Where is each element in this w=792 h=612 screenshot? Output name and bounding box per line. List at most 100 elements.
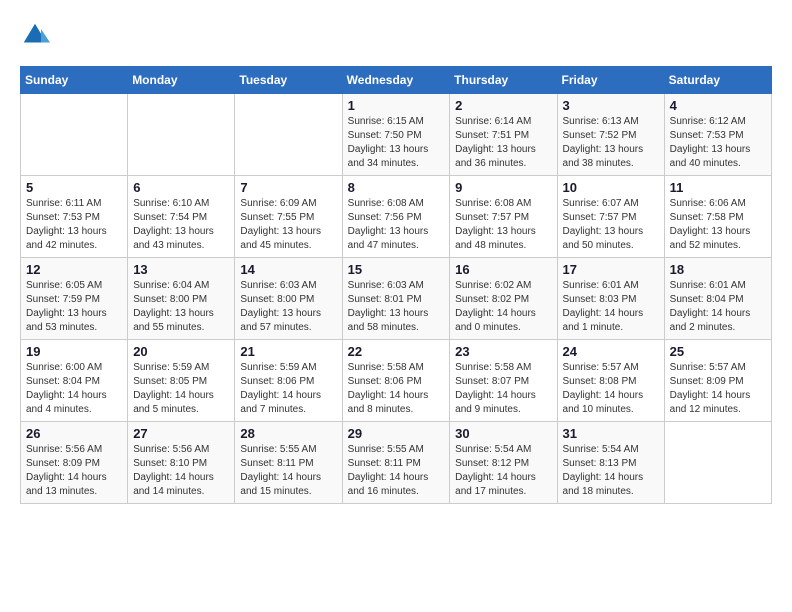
day-info: Sunrise: 6:01 AM Sunset: 8:03 PM Dayligh… — [563, 279, 659, 335]
day-number: 6 — [133, 180, 229, 195]
day-number: 7 — [240, 180, 336, 195]
day-info: Sunrise: 5:57 AM Sunset: 8:08 PM Dayligh… — [563, 361, 659, 417]
day-number: 15 — [348, 262, 445, 277]
day-number: 11 — [670, 180, 766, 195]
weekday-header: Thursday — [450, 67, 557, 94]
day-number: 28 — [240, 426, 336, 441]
calendar-cell: 29 Sunrise: 5:55 AM Sunset: 8:11 PM Dayli… — [342, 422, 450, 504]
weekday-header: Friday — [557, 67, 664, 94]
day-number: 4 — [670, 98, 766, 113]
day-number: 31 — [563, 426, 659, 441]
day-info: Sunrise: 6:08 AM Sunset: 7:56 PM Dayligh… — [348, 197, 445, 253]
weekday-header: Monday — [128, 67, 235, 94]
day-info: Sunrise: 5:59 AM Sunset: 8:05 PM Dayligh… — [133, 361, 229, 417]
day-info: Sunrise: 6:03 AM Sunset: 8:01 PM Dayligh… — [348, 279, 445, 335]
calendar-cell: 10 Sunrise: 6:07 AM Sunset: 7:57 PM Dayli… — [557, 176, 664, 258]
calendar-cell: 18 Sunrise: 6:01 AM Sunset: 8:04 PM Dayli… — [664, 258, 771, 340]
day-info: Sunrise: 6:11 AM Sunset: 7:53 PM Dayligh… — [26, 197, 122, 253]
calendar-cell: 26Sunrise: 5:56 AM Sunset: 8:09 PM Dayli… — [21, 422, 128, 504]
day-number: 19 — [26, 344, 122, 359]
day-number: 22 — [348, 344, 445, 359]
day-number: 9 — [455, 180, 551, 195]
calendar-cell: 30 Sunrise: 5:54 AM Sunset: 8:12 PM Dayli… — [450, 422, 557, 504]
calendar-cell: 9 Sunrise: 6:08 AM Sunset: 7:57 PM Daylig… — [450, 176, 557, 258]
weekday-header: Saturday — [664, 67, 771, 94]
day-info: Sunrise: 6:02 AM Sunset: 8:02 PM Dayligh… — [455, 279, 551, 335]
day-number: 30 — [455, 426, 551, 441]
day-info: Sunrise: 6:13 AM Sunset: 7:52 PM Dayligh… — [563, 115, 659, 171]
calendar-cell: 8 Sunrise: 6:08 AM Sunset: 7:56 PM Daylig… — [342, 176, 450, 258]
day-number: 29 — [348, 426, 445, 441]
calendar-cell: 3 Sunrise: 6:13 AM Sunset: 7:52 PM Daylig… — [557, 94, 664, 176]
weekday-header: Tuesday — [235, 67, 342, 94]
day-number: 21 — [240, 344, 336, 359]
calendar-cell: 4 Sunrise: 6:12 AM Sunset: 7:53 PM Daylig… — [664, 94, 771, 176]
day-info: Sunrise: 6:03 AM Sunset: 8:00 PM Dayligh… — [240, 279, 336, 335]
day-number: 26 — [26, 426, 122, 441]
day-number: 2 — [455, 98, 551, 113]
calendar-cell: 25 Sunrise: 5:57 AM Sunset: 8:09 PM Dayli… — [664, 340, 771, 422]
calendar-week-row: 5 Sunrise: 6:11 AM Sunset: 7:53 PM Daylig… — [21, 176, 772, 258]
day-info: Sunrise: 6:10 AM Sunset: 7:54 PM Dayligh… — [133, 197, 229, 253]
calendar-cell — [235, 94, 342, 176]
day-number: 25 — [670, 344, 766, 359]
day-info: Sunrise: 5:58 AM Sunset: 8:07 PM Dayligh… — [455, 361, 551, 417]
calendar-cell: 5 Sunrise: 6:11 AM Sunset: 7:53 PM Daylig… — [21, 176, 128, 258]
day-number: 1 — [348, 98, 445, 113]
day-info: Sunrise: 6:15 AM Sunset: 7:50 PM Dayligh… — [348, 115, 445, 171]
day-info: Sunrise: 5:55 AM Sunset: 8:11 PM Dayligh… — [348, 443, 445, 499]
day-number: 10 — [563, 180, 659, 195]
day-number: 18 — [670, 262, 766, 277]
day-info: Sunrise: 5:54 AM Sunset: 8:12 PM Dayligh… — [455, 443, 551, 499]
day-number: 12 — [26, 262, 122, 277]
day-info: Sunrise: 6:08 AM Sunset: 7:57 PM Dayligh… — [455, 197, 551, 253]
calendar-cell — [128, 94, 235, 176]
day-info: Sunrise: 6:07 AM Sunset: 7:57 PM Dayligh… — [563, 197, 659, 253]
day-info: Sunrise: 5:59 AM Sunset: 8:06 PM Dayligh… — [240, 361, 336, 417]
calendar-table: SundayMondayTuesdayWednesdayThursdayFrid… — [20, 66, 772, 504]
day-number: 3 — [563, 98, 659, 113]
day-info: Sunrise: 5:56 AM Sunset: 8:10 PM Dayligh… — [133, 443, 229, 499]
weekday-header-row: SundayMondayTuesdayWednesdayThursdayFrid… — [21, 67, 772, 94]
day-info: Sunrise: 6:06 AM Sunset: 7:58 PM Dayligh… — [670, 197, 766, 253]
day-info: Sunrise: 5:58 AM Sunset: 8:06 PM Dayligh… — [348, 361, 445, 417]
calendar-cell: 20 Sunrise: 5:59 AM Sunset: 8:05 PM Dayli… — [128, 340, 235, 422]
day-number: 13 — [133, 262, 229, 277]
calendar-cell: 31 Sunrise: 5:54 AM Sunset: 8:13 PM Dayli… — [557, 422, 664, 504]
calendar-cell: 17 Sunrise: 6:01 AM Sunset: 8:03 PM Dayli… — [557, 258, 664, 340]
day-number: 23 — [455, 344, 551, 359]
day-info: Sunrise: 5:57 AM Sunset: 8:09 PM Dayligh… — [670, 361, 766, 417]
calendar-cell: 22 Sunrise: 5:58 AM Sunset: 8:06 PM Dayli… — [342, 340, 450, 422]
calendar-cell: 13 Sunrise: 6:04 AM Sunset: 8:00 PM Dayli… — [128, 258, 235, 340]
calendar-week-row: 1 Sunrise: 6:15 AM Sunset: 7:50 PM Daylig… — [21, 94, 772, 176]
day-number: 14 — [240, 262, 336, 277]
calendar-cell: 12Sunrise: 6:05 AM Sunset: 7:59 PM Dayli… — [21, 258, 128, 340]
day-number: 8 — [348, 180, 445, 195]
calendar-cell: 16Sunrise: 6:02 AM Sunset: 8:02 PM Dayli… — [450, 258, 557, 340]
calendar-week-row: 26Sunrise: 5:56 AM Sunset: 8:09 PM Dayli… — [21, 422, 772, 504]
calendar-cell: 21 Sunrise: 5:59 AM Sunset: 8:06 PM Dayli… — [235, 340, 342, 422]
calendar-cell — [664, 422, 771, 504]
calendar-cell: 24Sunrise: 5:57 AM Sunset: 8:08 PM Dayli… — [557, 340, 664, 422]
day-info: Sunrise: 6:09 AM Sunset: 7:55 PM Dayligh… — [240, 197, 336, 253]
calendar-cell: 2Sunrise: 6:14 AM Sunset: 7:51 PM Daylig… — [450, 94, 557, 176]
calendar-cell: 28Sunrise: 5:55 AM Sunset: 8:11 PM Dayli… — [235, 422, 342, 504]
calendar-cell: 11 Sunrise: 6:06 AM Sunset: 7:58 PM Dayli… — [664, 176, 771, 258]
calendar-week-row: 12Sunrise: 6:05 AM Sunset: 7:59 PM Dayli… — [21, 258, 772, 340]
calendar-week-row: 19 Sunrise: 6:00 AM Sunset: 8:04 PM Dayli… — [21, 340, 772, 422]
logo-icon — [20, 20, 50, 50]
day-info: Sunrise: 6:12 AM Sunset: 7:53 PM Dayligh… — [670, 115, 766, 171]
day-info: Sunrise: 6:01 AM Sunset: 8:04 PM Dayligh… — [670, 279, 766, 335]
day-number: 17 — [563, 262, 659, 277]
day-number: 20 — [133, 344, 229, 359]
calendar-cell: 19 Sunrise: 6:00 AM Sunset: 8:04 PM Dayli… — [21, 340, 128, 422]
day-info: Sunrise: 6:00 AM Sunset: 8:04 PM Dayligh… — [26, 361, 122, 417]
day-info: Sunrise: 5:54 AM Sunset: 8:13 PM Dayligh… — [563, 443, 659, 499]
day-info: Sunrise: 6:04 AM Sunset: 8:00 PM Dayligh… — [133, 279, 229, 335]
logo — [20, 20, 54, 50]
calendar-cell: 6 Sunrise: 6:10 AM Sunset: 7:54 PM Daylig… — [128, 176, 235, 258]
calendar-cell: 27 Sunrise: 5:56 AM Sunset: 8:10 PM Dayli… — [128, 422, 235, 504]
day-number: 5 — [26, 180, 122, 195]
day-number: 27 — [133, 426, 229, 441]
calendar-cell: 14 Sunrise: 6:03 AM Sunset: 8:00 PM Dayli… — [235, 258, 342, 340]
